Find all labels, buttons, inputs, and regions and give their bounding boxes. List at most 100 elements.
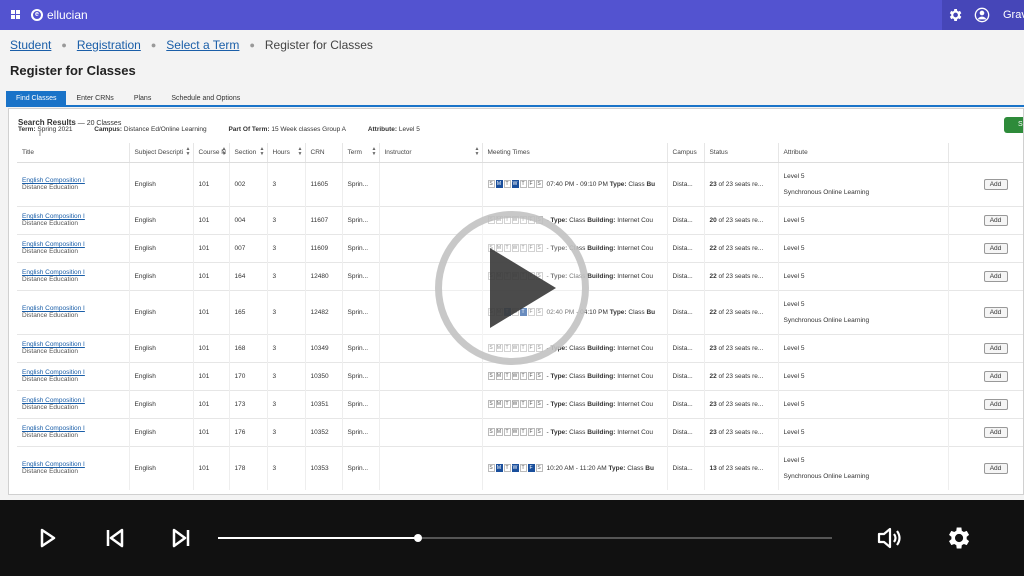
course-title-link[interactable]: English Composition I [22, 213, 128, 220]
cell-term-text: Sprin... [347, 464, 369, 472]
cell-crn-text: 10352 [310, 428, 329, 436]
tab-enter-crns[interactable]: Enter CRNs [66, 91, 123, 106]
search-again-button[interactable]: S [1004, 117, 1023, 133]
cell-title: English Composition I Distance Education [17, 361, 130, 390]
sort-arrows-icon[interactable]: ▲ ▼ [372, 147, 377, 157]
breadcrumb-registration[interactable]: Registration [77, 38, 141, 52]
cell-hours-text: 3 [272, 216, 277, 224]
user-avatar-icon[interactable] [974, 7, 990, 23]
add-button[interactable]: Add [983, 462, 1008, 474]
sort-arrows-icon[interactable]: ▲ ▼ [298, 147, 303, 157]
add-button[interactable]: Add [983, 214, 1008, 226]
add-button[interactable]: Add [983, 342, 1008, 354]
column-header[interactable]: Campus [667, 143, 705, 163]
column-header[interactable]: Title [17, 143, 130, 163]
cell-course: 101 [193, 161, 230, 206]
seats-open: 23 [709, 400, 717, 408]
add-button[interactable]: Add [983, 270, 1008, 282]
skip-next-icon[interactable] [170, 527, 192, 549]
cell-hours-text: 3 [272, 244, 277, 252]
progress-handle[interactable] [414, 534, 423, 542]
column-header-label: Title [22, 148, 35, 156]
cell-subject-text: English [134, 180, 156, 188]
cell-section: 168 [229, 333, 268, 362]
cell-hours: 3 [267, 289, 306, 334]
sort-arrows-icon[interactable]: ▲ ▼ [475, 147, 480, 157]
tab-plans[interactable]: Plans [124, 91, 162, 106]
tab-find-classes[interactable]: Find Classes [6, 91, 67, 106]
cell-attribute: Level 5 [778, 361, 949, 390]
column-header[interactable]: Term ▲ ▼ [342, 143, 380, 163]
brand-logo: e ellucian [31, 8, 88, 22]
cell-status: 23 of 23 seats re... [704, 161, 779, 206]
day-box: S [487, 180, 495, 188]
breadcrumb: Student ● Registration ● Select a Term ●… [10, 38, 373, 52]
column-header[interactable]: Meeting Times [482, 143, 668, 163]
course-title-link[interactable]: English Composition I [22, 241, 128, 248]
sort-arrows-icon[interactable]: ▲ ▼ [222, 147, 227, 157]
cell-crn: 11609 [305, 233, 343, 262]
column-header[interactable] [948, 143, 1023, 163]
big-play-icon [490, 248, 556, 328]
video-play-overlay[interactable] [435, 211, 589, 365]
course-title-link[interactable]: English Composition I [22, 341, 128, 348]
sort-arrows-icon[interactable]: ▲ ▼ [260, 147, 265, 157]
breadcrumb-student[interactable]: Student [10, 38, 51, 52]
cell-title: English Composition I Distance Education [17, 233, 130, 262]
cell-term-text: Sprin... [347, 272, 369, 280]
cell-add: Add [948, 361, 1023, 390]
course-title-link[interactable]: English Composition I [22, 425, 128, 432]
course-title-link[interactable]: English Composition I [22, 177, 128, 184]
cell-term-text: Sprin... [347, 400, 369, 408]
course-title-link[interactable]: English Composition I [22, 461, 128, 468]
column-header[interactable]: Status [704, 143, 779, 163]
cell-term: Sprin... [342, 445, 380, 490]
breadcrumb-select-term[interactable]: Select a Term [166, 38, 239, 52]
cell-course-text: 101 [198, 428, 210, 436]
progress-bar[interactable] [218, 534, 832, 542]
column-header[interactable]: Hours ▲ ▼ [267, 143, 306, 163]
building-value: Internet Cou [617, 372, 653, 380]
building-label: Building: [587, 244, 616, 252]
building-value: Internet Cou [617, 244, 653, 252]
cell-title: English Composition I Distance Education [17, 261, 130, 290]
sort-arrows-icon[interactable]: ▲ ▼ [186, 147, 191, 157]
settings-gear-icon[interactable] [944, 524, 972, 552]
type-label: Type: [609, 308, 627, 316]
cell-term: Sprin... [342, 333, 380, 362]
course-title-link[interactable]: English Composition I [22, 305, 128, 312]
app-grid-icon[interactable] [11, 10, 20, 19]
add-button[interactable]: Add [983, 370, 1008, 382]
cell-attribute: Level 5 Synchronous Online Learning [778, 161, 949, 206]
cell-crn-text: 10349 [310, 344, 329, 352]
cell-subject: English [129, 389, 194, 418]
cell-status: 13 of 23 seats re... [704, 445, 779, 490]
play-icon[interactable] [38, 527, 58, 549]
course-title-link[interactable]: English Composition I [22, 397, 128, 404]
add-button[interactable]: Add [983, 426, 1008, 438]
column-header[interactable]: Subject Descripti ▲ ▼ [129, 143, 194, 163]
add-button[interactable]: Add [983, 306, 1008, 318]
volume-icon[interactable] [876, 526, 906, 550]
column-header[interactable]: CRN [305, 143, 343, 163]
course-title-link[interactable]: English Composition I [22, 269, 128, 276]
add-button[interactable]: Add [983, 242, 1008, 254]
column-header[interactable]: Instructor ▲ ▼ [379, 143, 483, 163]
attribute-level: Level 5 [783, 300, 805, 308]
add-button[interactable]: Add [983, 398, 1008, 410]
column-header[interactable]: Section ▲ ▼ [229, 143, 268, 163]
username[interactable]: Grav [1003, 9, 1024, 21]
seats-rest: of 23 seats re... [716, 216, 764, 224]
cell-attribute: Level 5 [778, 389, 949, 418]
course-title-link[interactable]: English Composition I [22, 369, 128, 376]
column-header[interactable]: Course N ▲ ▼ [193, 143, 230, 163]
cell-course: 101 [193, 261, 230, 290]
cell-title: English Composition I Distance Education [17, 289, 130, 334]
day-box: T [519, 400, 527, 408]
tab-schedule-options[interactable]: Schedule and Options [161, 91, 250, 106]
column-header[interactable]: Attribute [778, 143, 949, 163]
skip-previous-icon[interactable] [104, 527, 126, 549]
add-button[interactable]: Add [983, 178, 1008, 190]
cell-section-text: 173 [234, 400, 246, 408]
gear-icon[interactable] [947, 7, 963, 23]
